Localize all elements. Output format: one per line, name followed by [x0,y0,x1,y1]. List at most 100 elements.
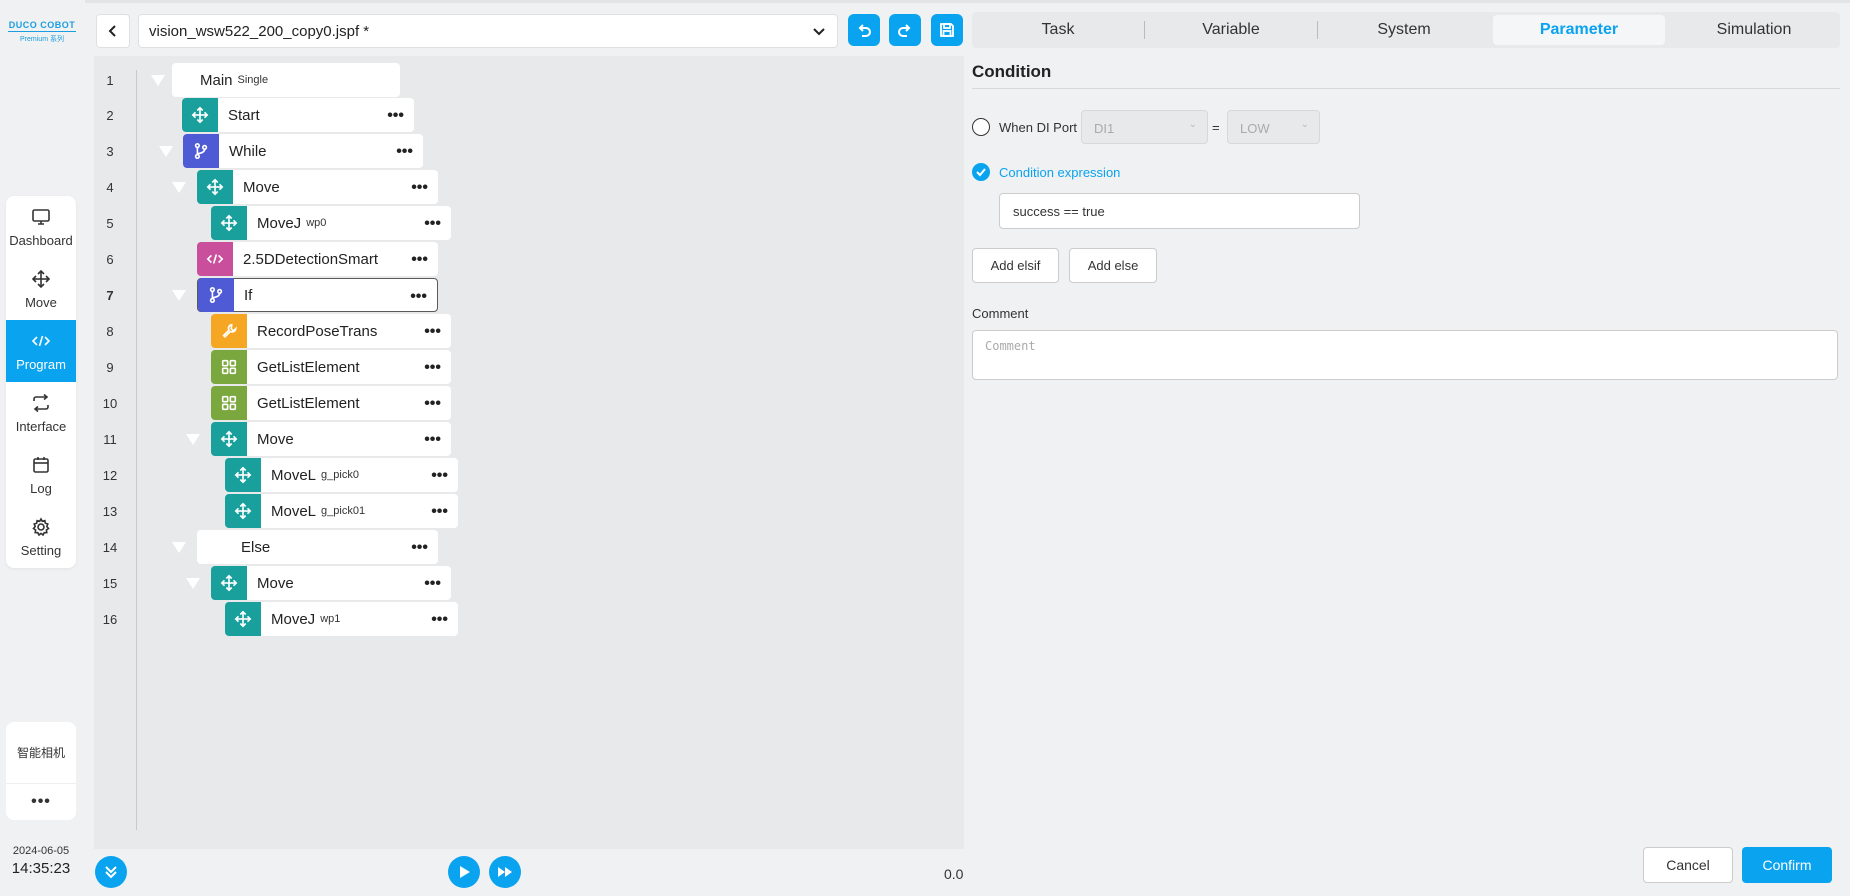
nav-setting-label: Setting [20,542,62,558]
plugin-smart-camera[interactable]: 智能相机 [6,722,76,784]
comment-textarea[interactable]: Comment [972,330,1838,380]
undo-icon [858,24,871,37]
fast-forward-button[interactable] [489,856,521,888]
node-label: Move [243,178,280,196]
collapse-toggle[interactable] [151,75,165,86]
node-sub: wp1 [320,613,341,625]
tree-row: 1 Main Single [94,63,964,99]
node-getlistelement[interactable]: GetListElement ••• [211,386,451,420]
condition-expression-input[interactable]: success == true [999,193,1360,229]
collapse-toggle[interactable] [159,146,173,157]
cancel-button[interactable]: Cancel [1643,847,1733,883]
tab-parameter[interactable]: Parameter [1493,15,1665,45]
node-start[interactable]: Start ••• [182,98,414,132]
nav-dashboard[interactable]: Dashboard [6,196,76,258]
node-label: If [244,286,253,304]
more-options-button[interactable]: ••• [387,107,404,125]
nav-setting[interactable]: Setting [6,506,76,568]
line-number: 7 [106,288,114,303]
move-arrows-icon [211,422,247,456]
program-file-select[interactable]: vision_wsw522_200_copy0.jspf * [138,14,838,48]
more-options-button[interactable]: ••• [424,215,441,233]
more-options-button[interactable]: ••• [424,575,441,593]
chevron-down-icon: ⌄ [1188,119,1197,130]
tree-row: 13 MoveL g_pick01 ••• [94,494,964,530]
collapse-toggle[interactable] [186,578,200,589]
add-elsif-button[interactable]: Add elsif [972,248,1059,283]
node-if-selected[interactable]: If ••• [197,278,438,312]
node-while[interactable]: While ••• [183,134,423,168]
top-border [0,0,1850,3]
di-level-select[interactable]: LOW ⌄ [1227,110,1320,144]
chevron-down-icon [813,28,825,36]
node-label: Move [257,574,294,592]
more-options-button[interactable]: ••• [424,395,441,413]
collapse-toggle[interactable] [172,182,186,193]
more-options-button[interactable]: ••• [424,431,441,449]
line-number: 14 [102,540,118,555]
node-movel[interactable]: MoveL g_pick01 ••• [225,494,458,528]
node-sub: g_pick01 [321,505,366,517]
node-getlistelement[interactable]: GetListElement ••• [211,350,451,384]
node-move[interactable]: Move ••• [197,170,438,204]
more-options-button[interactable]: ••• [431,467,448,485]
node-sub: g_pick0 [321,469,359,481]
more-options-button[interactable]: ••• [411,251,428,269]
save-button[interactable] [931,14,963,46]
tree-row: 4 Move ••• [94,170,964,206]
branch-icon [183,134,219,168]
node-movej[interactable]: MoveJ wp1 ••• [225,602,458,636]
more-options-button[interactable]: ••• [411,179,428,197]
nav-program[interactable]: Program [6,320,76,382]
node-main[interactable]: Main Single [172,63,400,97]
collapse-toggle[interactable] [172,290,186,301]
clock: 2024-06-05 14:35:23 [0,845,82,877]
more-options-button[interactable]: ••• [410,288,427,306]
more-options-button[interactable]: ••• [424,359,441,377]
play-button[interactable] [448,856,480,888]
grid-icon [211,350,247,384]
nav-dashboard-label: Dashboard [9,232,73,248]
redo-button[interactable] [889,14,921,46]
section-title: Condition [972,62,1052,81]
collapse-toggle[interactable] [172,542,186,553]
node-recordpose[interactable]: RecordPoseTrans ••• [211,314,451,348]
node-else[interactable]: Else ••• [197,530,438,564]
move-arrows-icon [225,602,261,636]
di-port-value: DI1 [1094,121,1115,136]
more-options-button[interactable]: ••• [424,323,441,341]
tab-variable[interactable]: Variable [1145,12,1317,48]
nav-log[interactable]: Log [6,444,76,506]
node-movel[interactable]: MoveL g_pick0 ••• [225,458,458,492]
tree-row: 14 Else ••• [94,530,964,566]
nav-interface[interactable]: Interface [6,382,76,444]
node-label: MoveJ [257,214,302,232]
redo-icon [898,24,911,37]
confirm-button[interactable]: Confirm [1742,847,1832,883]
plugin-more-button[interactable]: ••• [6,784,76,820]
undo-button[interactable] [848,14,880,46]
more-options-button[interactable]: ••• [431,611,448,629]
branch-icon [198,278,234,312]
tab-task[interactable]: Task [972,12,1144,48]
more-options-button[interactable]: ••• [396,143,413,161]
step-into-button[interactable] [95,856,127,888]
node-detection[interactable]: 2.5DDetectionSmart ••• [197,242,438,276]
move-arrows-icon [31,269,51,288]
node-label: Else [241,538,271,556]
collapse-toggle[interactable] [186,434,200,445]
di-port-select[interactable]: DI1 ⌄ [1081,110,1208,144]
back-button[interactable] [96,14,130,48]
di-port-radio[interactable] [972,118,990,136]
more-options-button[interactable]: ••• [411,539,428,557]
tab-system[interactable]: System [1318,12,1490,48]
condition-expression-radio[interactable] [972,163,990,181]
node-movej[interactable]: MoveJ wp0 ••• [211,206,451,240]
tree-row: 2 Start ••• [94,98,964,134]
nav-move[interactable]: Move [6,258,76,320]
add-else-button[interactable]: Add else [1069,248,1157,283]
node-move[interactable]: Move ••• [211,422,451,456]
node-move[interactable]: Move ••• [211,566,451,600]
tab-simulation[interactable]: Simulation [1668,12,1840,48]
more-options-button[interactable]: ••• [431,503,448,521]
